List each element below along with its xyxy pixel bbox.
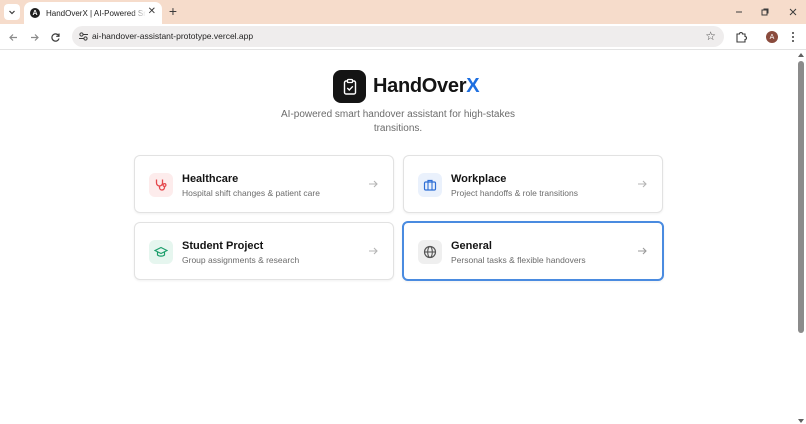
scrollbar-thumb[interactable]: [798, 61, 804, 333]
arrow-right-icon: [638, 247, 647, 255]
card-icon-wrap: [418, 240, 442, 264]
url-text[interactable]: ai-handover-assistant-prototype.vercel.a…: [92, 31, 253, 41]
briefcase-icon: [423, 179, 437, 191]
arrow-left-icon[interactable]: [6, 30, 20, 44]
star-icon[interactable]: ☆: [705, 29, 716, 43]
category-card-workplace[interactable]: Workplace Project handoffs & role transi…: [403, 155, 663, 213]
tab-strip: A HandOverX | AI-Powered Smart ✕ +: [0, 0, 806, 24]
kebab-icon[interactable]: [788, 30, 798, 44]
arrow-right-icon: [638, 180, 647, 188]
tab-search-button[interactable]: [4, 4, 20, 20]
card-title: Workplace: [451, 173, 507, 185]
brand-main: HandOver: [373, 75, 467, 97]
clipboard-check-icon: [343, 78, 356, 95]
card-title: Healthcare: [182, 173, 239, 185]
category-card-healthcare[interactable]: Healthcare Hospital shift changes & pati…: [134, 155, 394, 213]
card-title: General: [451, 240, 492, 252]
browser-tab[interactable]: A HandOverX | AI-Powered Smart ✕: [24, 2, 162, 24]
card-title: Student Project: [182, 240, 264, 252]
tab-favicon: A: [30, 8, 40, 18]
arrow-right-icon: [369, 180, 378, 188]
graduation-cap-icon: [154, 246, 168, 257]
category-card-student-project[interactable]: Student Project Group assignments & rese…: [134, 222, 394, 280]
tune-icon[interactable]: [78, 31, 89, 42]
app-logo: [333, 70, 366, 103]
brand-title: HandOverX: [373, 75, 480, 98]
chevron-down-icon: [9, 10, 15, 15]
restore-icon[interactable]: [757, 4, 773, 20]
card-icon-wrap: [418, 173, 442, 197]
card-subtitle: Hospital shift changes & patient care: [182, 188, 320, 198]
vertical-scrollbar[interactable]: [797, 51, 806, 424]
brand-accent: X: [466, 75, 480, 97]
address-bar[interactable]: ai-handover-assistant-prototype.vercel.a…: [72, 26, 724, 47]
stethoscope-icon: [155, 179, 167, 191]
card-subtitle: Group assignments & research: [182, 255, 300, 265]
minimize-icon[interactable]: [731, 4, 747, 20]
tagline: AI-powered smart handover assistant for …: [281, 109, 515, 134]
puzzle-icon[interactable]: [734, 30, 748, 44]
scroll-down-arrow[interactable]: [798, 419, 804, 423]
avatar[interactable]: A: [766, 31, 778, 43]
card-icon-wrap: [149, 240, 173, 264]
scroll-up-arrow[interactable]: [798, 53, 804, 57]
globe-icon: [423, 245, 437, 259]
reload-icon[interactable]: [48, 30, 62, 44]
category-card-general[interactable]: General Personal tasks & flexible handov…: [402, 221, 664, 281]
plus-icon[interactable]: +: [166, 4, 180, 19]
close-icon[interactable]: ✕: [148, 7, 156, 17]
tab-title: HandOverX | AI-Powered Smart: [46, 8, 146, 18]
card-subtitle: Personal tasks & flexible handovers: [451, 255, 586, 265]
arrow-right-icon[interactable]: [27, 30, 41, 44]
arrow-right-icon: [369, 247, 378, 255]
card-subtitle: Project handoffs & role transitions: [451, 188, 578, 198]
close-window-icon[interactable]: [785, 4, 801, 20]
card-icon-wrap: [149, 173, 173, 197]
browser-toolbar: ai-handover-assistant-prototype.vercel.a…: [0, 24, 806, 50]
